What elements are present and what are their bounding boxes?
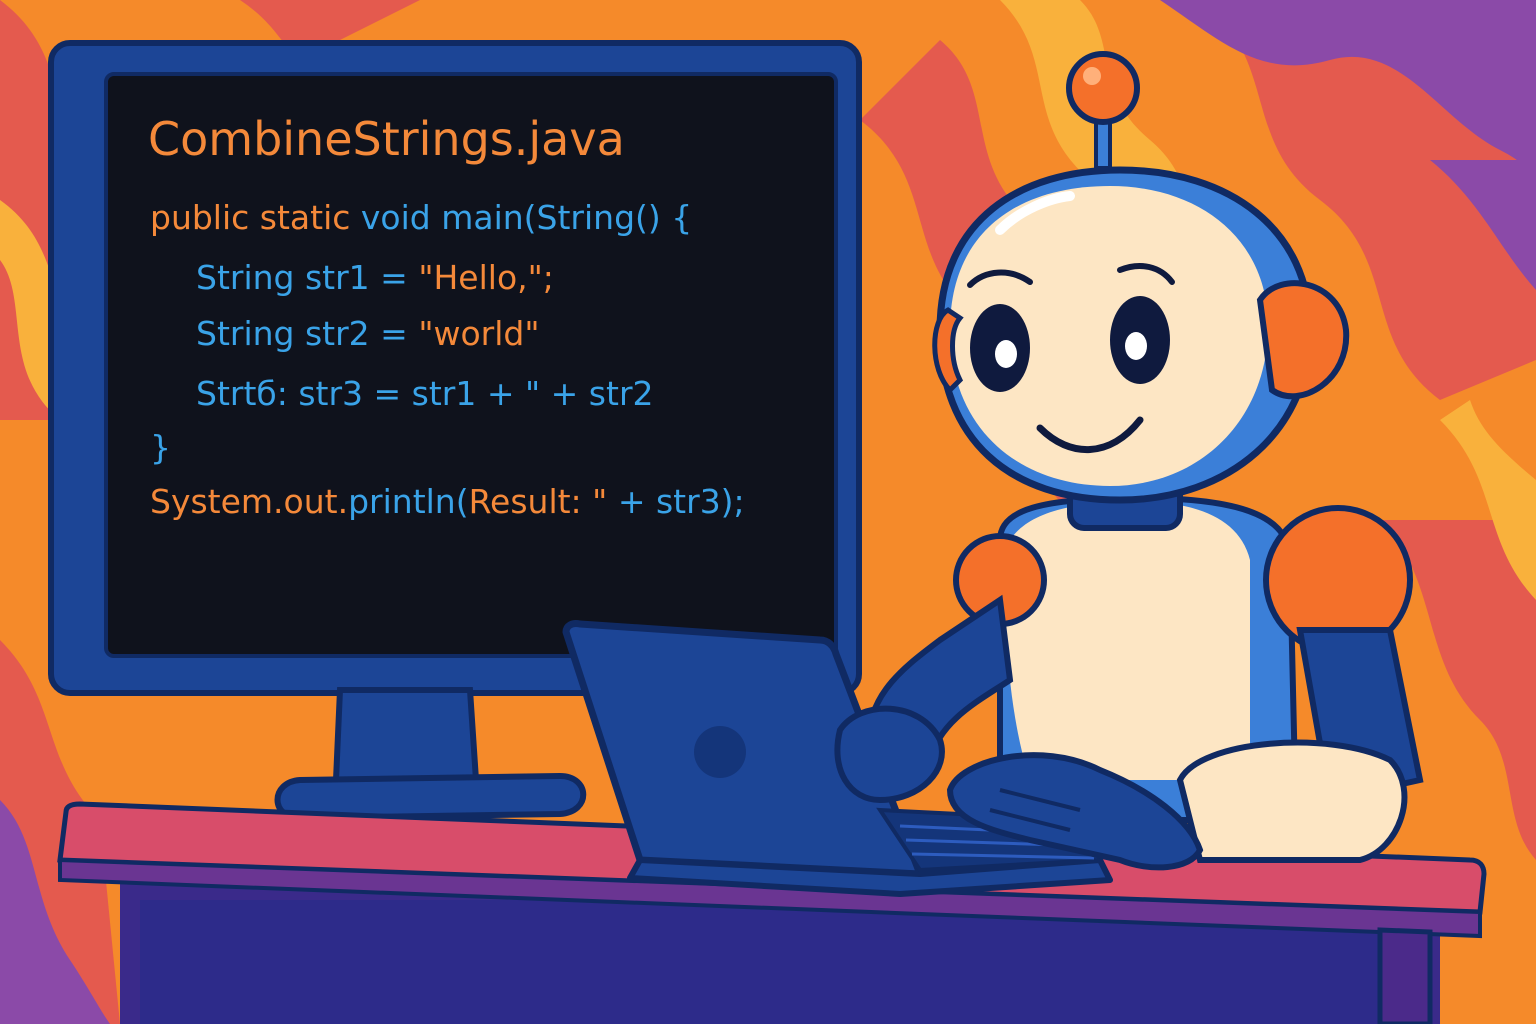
robot-mascot-icon [865, 51, 1424, 863]
